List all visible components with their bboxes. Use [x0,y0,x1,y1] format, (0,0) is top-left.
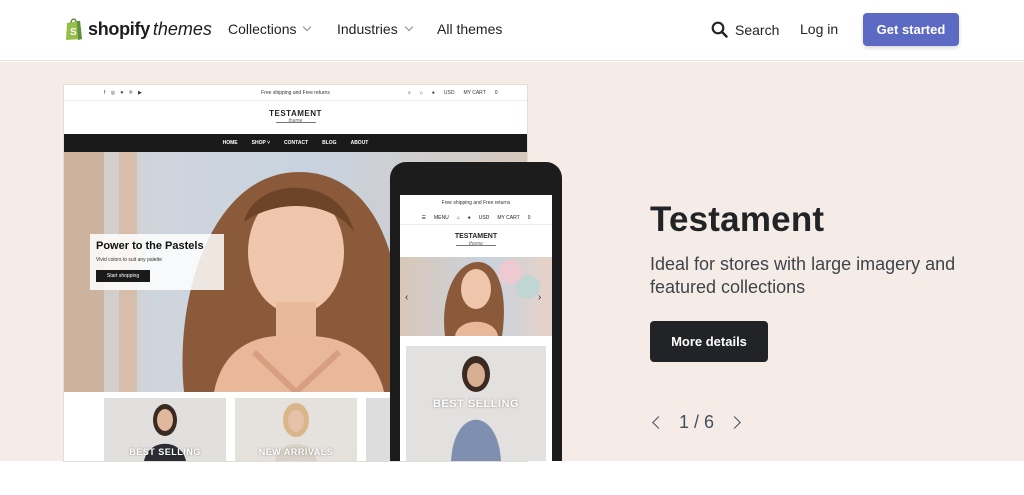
phone-home-icon: ⌂ [456,215,460,221]
search-icon [711,21,728,38]
preview-hero-subtitle: Vivid colors to suit any palette [96,257,163,263]
svg-text:S: S [70,27,77,38]
phone-next-icon: › [538,292,542,303]
mobile-theme-preview: Free shipping and Free returns ☰ MENU ⌂ … [390,162,562,461]
nav-all-themes[interactable]: All themes [437,21,502,37]
preview-hero-title: Power to the Pastels [96,240,204,252]
preview-collection-tile: BEST SELLING [104,398,226,461]
preview-menu-item: HOME [222,140,238,146]
phone-tile-label: BEST SELLING [432,398,520,410]
shopify-bag-icon: S [66,18,82,40]
top-nav: S shopify themes Collections Industries … [0,0,1024,61]
theme-description: Ideal for stores with large imagery and … [650,254,956,297]
phone-hero-image: ‹ › [400,257,552,336]
preview-menu: HOME SHOP ˅ CONTACT BLOG ABOUT [64,134,527,152]
phone-logo-sub: theme [469,241,483,247]
preview-search-icon: ⌕ [408,90,411,96]
preview-menu-item: BLOG [322,140,337,146]
theme-title: Testament [650,200,825,239]
preview-menu-item: SHOP ˅ [251,140,271,146]
nav-collections[interactable]: Collections [228,21,312,37]
shopify-themes-logo[interactable]: S shopify themes [64,16,212,42]
phone-cart-count: 0 [527,215,531,221]
phone-prev-icon: ‹ [405,292,409,303]
nav-all-themes-label: All themes [437,21,503,37]
preview-tile-label: NEW ARRIVALS [258,447,334,457]
preview-collection-tile: NEW ARRIVALS [235,398,357,461]
nav-industries-label: Industries [337,21,398,37]
preview-cart-count: 0 [494,90,498,96]
preview-user-icon: ● [431,90,435,96]
preview-menu-item: ABOUT [350,140,369,146]
page-bottom [0,461,1024,495]
chevron-left-icon[interactable] [652,416,665,429]
nav-industries[interactable]: Industries [337,21,413,37]
phone-promo: Free shipping and Free returns [441,200,511,206]
more-details-button[interactable]: More details [650,321,768,362]
phone-collection-tile: BEST SELLING [406,346,546,461]
preview-home-icon: ⌂ [419,90,423,96]
preview-tile-label: BEST SELLING [129,447,201,457]
logo-sub: themes [152,18,212,39]
preview-logo: TESTAMENT [269,109,322,118]
phone-user-icon: ● [467,215,471,221]
preview-utility: ⌕ ⌂ ● USD MY CART 0 [408,90,498,96]
slide-pager: 1 / 6 [650,412,741,433]
preview-cart: MY CART [463,90,486,96]
search-button[interactable]: Search [711,21,779,38]
phone-cart: MY CART [497,215,520,221]
logo-brand: shopify [88,18,150,39]
preview-topbar: f ◎ ♥ ℗ ▶ Free shipping and Free returns… [64,85,527,101]
preview-hero-card: Power to the Pastels Vivid colors to sui… [90,234,224,290]
search-label: Search [735,21,780,38]
chevron-right-icon[interactable] [728,416,741,429]
model-photo [444,260,540,336]
chevron-down-icon [404,22,413,32]
preview-menu-item-label: SHOP [251,140,266,146]
phone-menu-icon: ☰ [421,215,426,221]
preview-currency: USD [443,90,455,96]
phone-currency: USD [478,215,490,221]
phone-screen: Free shipping and Free returns ☰ MENU ⌂ … [400,195,552,461]
phone-bar: ☰ MENU ⌂ ● USD MY CART 0 [400,212,552,225]
get-started-button[interactable]: Get started [863,13,959,46]
login-link[interactable]: Log in [800,21,838,37]
phone-menu: MENU [434,215,449,221]
preview-menu-item: CONTACT [284,140,309,146]
slide-counter: 1 / 6 [679,412,715,432]
preview-hero-button: Start shopping [96,270,150,282]
preview-logo-sub: theme [288,118,303,124]
chevron-down-icon [303,22,312,32]
nav-collections-label: Collections [228,21,297,37]
phone-logo: TESTAMENT [454,233,498,240]
